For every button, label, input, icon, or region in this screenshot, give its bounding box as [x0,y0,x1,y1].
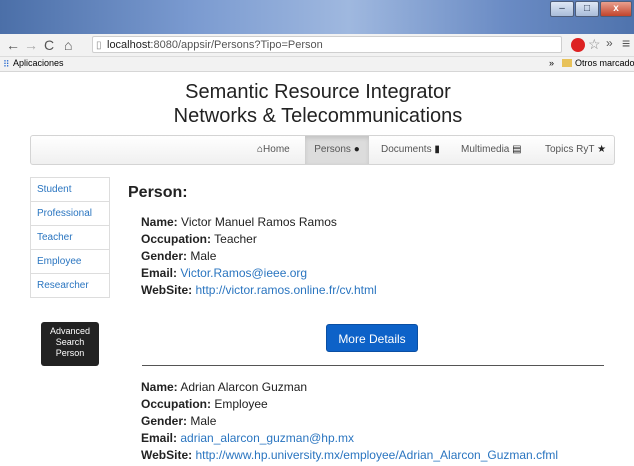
nav-topics[interactable]: Topics RyT ★ [545,136,611,164]
bookmark-other[interactable]: Otros marcadores [575,58,634,68]
sidebar-item-researcher[interactable]: Researcher [31,274,109,297]
nav-multimedia[interactable]: Multimedia ▤ [461,136,533,164]
window-controls: – □ x [549,1,632,17]
titlebar-background [0,0,634,34]
bookmark-apps[interactable]: Aplicaciones [13,58,64,68]
person-gender-row: Gender: Male [141,413,621,430]
gender-label: Gender: [141,414,188,428]
person-gender: Male [190,249,217,263]
occupation-label: Occupation: [141,397,212,411]
nav-documents[interactable]: Documents ▮ [381,136,451,164]
person-card: Name: Victor Manuel Ramos Ramos Occupati… [128,214,608,299]
person-occupation-row: Occupation: Teacher [141,231,608,248]
nav-home[interactable]: ⌂Home [257,136,297,164]
person-card: Name: Adrian Alarcon Guzman Occupation: … [128,379,621,464]
url-host: localhost [107,39,151,51]
person-email-row: Email: Victor.Ramos@ieee.org [141,265,608,282]
gender-label: Gender: [141,249,188,263]
website-label: WebSite: [141,283,193,297]
sidebar-item-student[interactable]: Student [31,178,109,202]
overflow-icon[interactable]: » [606,36,613,50]
home-icon[interactable]: ⌂ [64,37,72,53]
person-occupation: Employee [214,397,268,411]
person-website-row: WebSite: http://www.hp.university.mx/emp… [141,447,621,464]
maximize-button[interactable]: □ [575,1,599,17]
apps-icon[interactable]: ⠿ [3,59,10,70]
nav-multimedia-label: Multimedia [461,144,510,155]
person-gender: Male [190,414,217,428]
nav-home-label: Home [263,144,290,155]
back-arrow-icon[interactable]: ← [6,37,20,53]
person-website-row: WebSite: http://victor.ramos.online.fr/c… [141,282,608,299]
site-title-line2: Networks & Telecommunications [173,105,463,127]
document-icon: ▮ [434,144,440,155]
menu-icon[interactable]: ≡ [622,35,630,51]
more-details-button[interactable]: More Details [326,324,418,352]
film-icon: ▤ [512,144,522,155]
occupation-label: Occupation: [141,232,212,246]
nav-topics-label: Topics RyT [545,144,595,155]
person-name: Victor Manuel Ramos Ramos [181,215,337,229]
nav-persons-label: Persons [314,144,351,155]
category-sidebar: Student Professional Teacher Employee Re… [30,177,110,298]
person-list: Person: Name: Victor Manuel Ramos Ramos … [128,184,608,462]
star-icon: ★ [597,144,607,155]
name-label: Name: [141,380,178,394]
reload-icon[interactable]: C [44,37,54,53]
forward-arrow-icon[interactable]: → [24,37,38,53]
page-icon: ▯ [96,40,102,51]
extension-icon[interactable] [571,38,585,52]
email-label: Email: [141,431,178,445]
minimize-button[interactable]: – [550,1,574,17]
person-email-link[interactable]: Victor.Ramos@ieee.org [180,266,307,280]
person-name-row: Name: Victor Manuel Ramos Ramos [141,214,608,231]
nav-persons[interactable]: Persons ● [305,136,369,164]
page-heading: Person: [128,184,188,201]
bookmarks-overflow[interactable]: » [549,58,554,68]
name-label: Name: [141,215,178,229]
address-bar[interactable]: ▯ localhost:8080/appsir/Persons?Tipo=Per… [92,36,562,53]
person-name-row: Name: Adrian Alarcon Guzman [141,379,621,396]
site-title: Semantic Resource Integrator Networks & … [10,80,626,128]
person-divider [142,365,604,366]
email-label: Email: [141,266,178,280]
person-occupation-row: Occupation: Employee [141,396,621,413]
folder-icon [562,59,572,67]
window-titlebar: – □ x [0,0,634,34]
website-label: WebSite: [141,448,193,462]
sidebar-item-employee[interactable]: Employee [31,250,109,274]
url-path: :8080/appsir/Persons?Tipo=Person [150,39,323,51]
person-gender-row: Gender: Male [141,248,608,265]
advanced-search-button[interactable]: Advanced Search Person [41,322,99,366]
user-icon: ● [353,144,360,155]
main-navbar: ⌂Home Persons ● Documents ▮ Multimedia ▤… [30,135,615,165]
nav-documents-label: Documents [381,144,432,155]
star-icon[interactable]: ☆ [588,36,601,53]
person-website-link[interactable]: http://www.hp.university.mx/employee/Adr… [195,448,558,462]
person-email-link[interactable]: adrian_alarcon_guzman@hp.mx [180,431,354,445]
sidebar-item-professional[interactable]: Professional [31,202,109,226]
sidebar-item-teacher[interactable]: Teacher [31,226,109,250]
person-name: Adrian Alarcon Guzman [180,380,308,394]
site-title-line1: Semantic Resource Integrator [185,81,451,103]
web-page: Semantic Resource Integrator Networks & … [10,72,626,466]
person-email-row: Email: adrian_alarcon_guzman@hp.mx [141,430,621,447]
browser-toolbar: ← → C ⌂ ▯ localhost:8080/appsir/Persons?… [0,34,634,57]
close-button[interactable]: x [600,1,632,17]
person-occupation: Teacher [214,232,257,246]
person-website-link[interactable]: http://victor.ramos.online.fr/cv.html [195,283,376,297]
bookmarks-bar: ⠿ Aplicaciones » Otros marcadores [0,57,634,72]
